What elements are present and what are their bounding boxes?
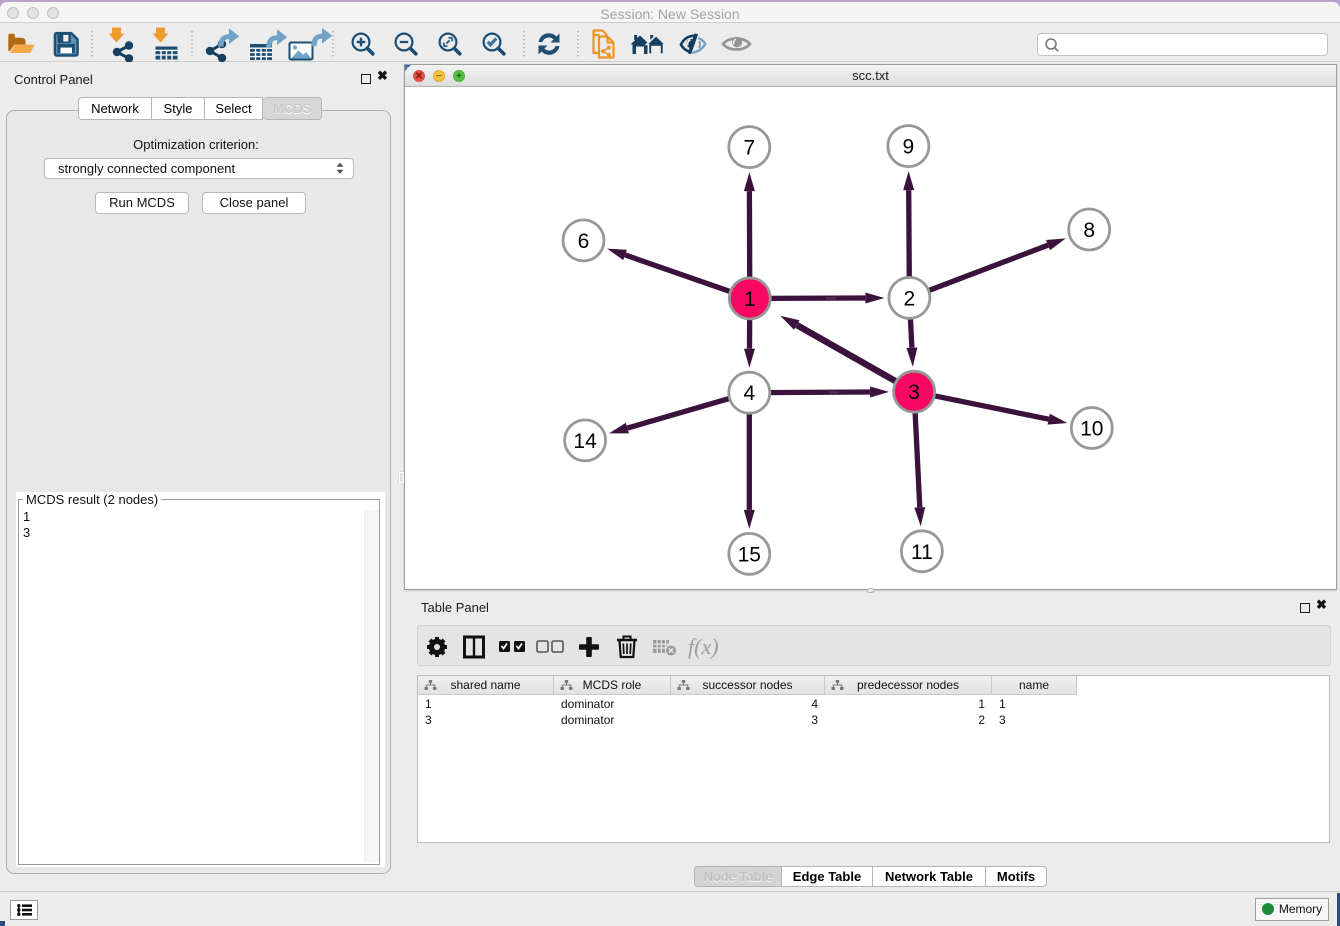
svg-text:6: 6 (578, 230, 590, 253)
svg-text:2: 2 (904, 287, 916, 310)
svg-text:1: 1 (744, 288, 756, 311)
svg-text:4: 4 (743, 382, 755, 405)
svg-text:8: 8 (1083, 219, 1095, 242)
svg-text:14: 14 (573, 430, 597, 453)
svg-text:10: 10 (1080, 418, 1103, 441)
svg-text:f(x): f(x) (688, 634, 719, 659)
svg-text:3: 3 (908, 381, 920, 404)
svg-text:7: 7 (743, 137, 755, 160)
svg-text:11: 11 (911, 541, 933, 564)
svg-text:15: 15 (738, 543, 761, 566)
svg-text:9: 9 (903, 136, 915, 159)
